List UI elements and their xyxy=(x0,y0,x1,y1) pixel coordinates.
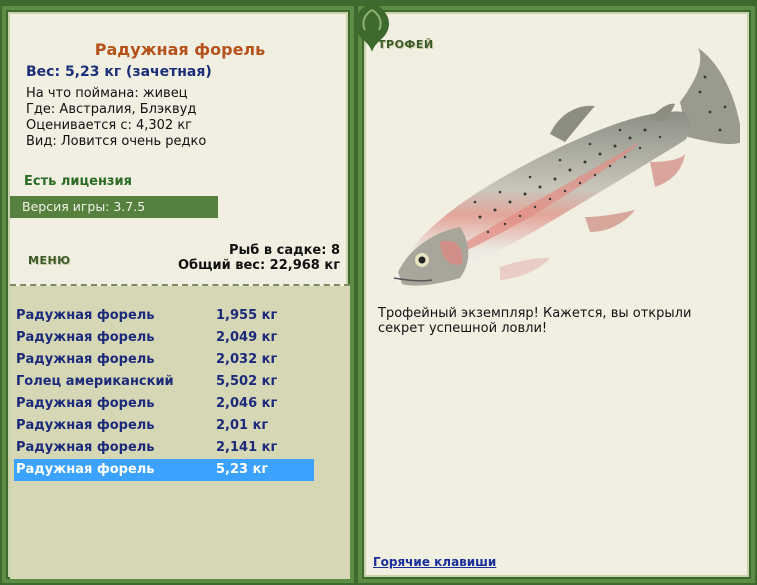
fish-weight: 2,141 кг xyxy=(216,440,278,455)
fish-weight: Вес: 5,23 кг (зачетная) xyxy=(26,64,212,80)
list-item[interactable]: Радужная форель 2,032 кг xyxy=(14,349,314,371)
fish-weight: 2,032 кг xyxy=(216,352,278,367)
fish-name: Радужная форель xyxy=(16,308,155,323)
catch-info-panel: Радужная форель Вес: 5,23 кг (зачетная) … xyxy=(8,12,350,579)
fish-weight: 5,23 кг xyxy=(216,462,269,477)
rainbow-trout-image xyxy=(393,48,740,286)
fish-list: Радужная форель 1,955 кг Радужная форель 2,… xyxy=(10,286,350,579)
menu-button[interactable]: МЕНЮ xyxy=(28,254,71,267)
fish-weight: 1,955 кг xyxy=(216,308,278,323)
list-item[interactable]: Радужная форель 2,141 кг xyxy=(14,437,314,459)
fish-name: Радужная форель xyxy=(16,396,155,411)
fish-weight: 2,01 кг xyxy=(216,418,269,433)
fish-title: Радужная форель xyxy=(94,40,266,59)
fish-weight: 2,049 кг xyxy=(216,330,278,345)
location-info: Где: Австралия, Блэквуд xyxy=(26,102,197,117)
fish-name: Радужная форель xyxy=(16,440,155,455)
list-item[interactable]: Радужная форель 2,046 кг xyxy=(14,393,314,415)
keepnet-weight: Общий вес: 22,968 кг xyxy=(177,258,340,273)
version-bar: Версия игры: 3.7.5 xyxy=(10,196,218,218)
fish-name: Голец американский xyxy=(16,374,174,389)
fish-name: Радужная форель xyxy=(16,418,155,433)
fish-weight: 5,502 кг xyxy=(216,374,278,389)
list-item[interactable]: Радужная форель 1,955 кг xyxy=(14,305,314,327)
list-item[interactable]: Радужная форель 5,23 кг xyxy=(14,459,314,481)
rarity-info: Вид: Ловится очень редко xyxy=(26,134,207,149)
fish-name: Радужная форель xyxy=(16,352,155,367)
fish-name: Радужная форель xyxy=(16,330,155,345)
list-item[interactable]: Радужная форель 2,01 кг xyxy=(14,415,314,437)
license-status: Есть лицензия xyxy=(24,174,132,189)
fish-name: Радужная форель xyxy=(16,462,155,477)
trophy-panel: ТРОФЕЙ Трофейный экземпляр! Кажется, вы … xyxy=(364,12,749,577)
fish-weight: 2,046 кг xyxy=(216,396,278,411)
trophy-message: Трофейный экземпляр! Кажется, вы открыли… xyxy=(378,306,692,336)
leaf-ornament-icon xyxy=(354,2,390,52)
valued-info: Оценивается с: 4,302 кг xyxy=(26,118,193,133)
keepnet-count: Рыб в садке: 8 xyxy=(228,243,340,258)
list-item[interactable]: Голец американский 5,502 кг xyxy=(14,371,314,393)
hotkeys-link[interactable]: Горячие клавиши xyxy=(373,555,496,569)
list-item[interactable]: Радужная форель 2,049 кг xyxy=(14,327,314,349)
bait-info: На что поймана: живец xyxy=(26,86,188,101)
